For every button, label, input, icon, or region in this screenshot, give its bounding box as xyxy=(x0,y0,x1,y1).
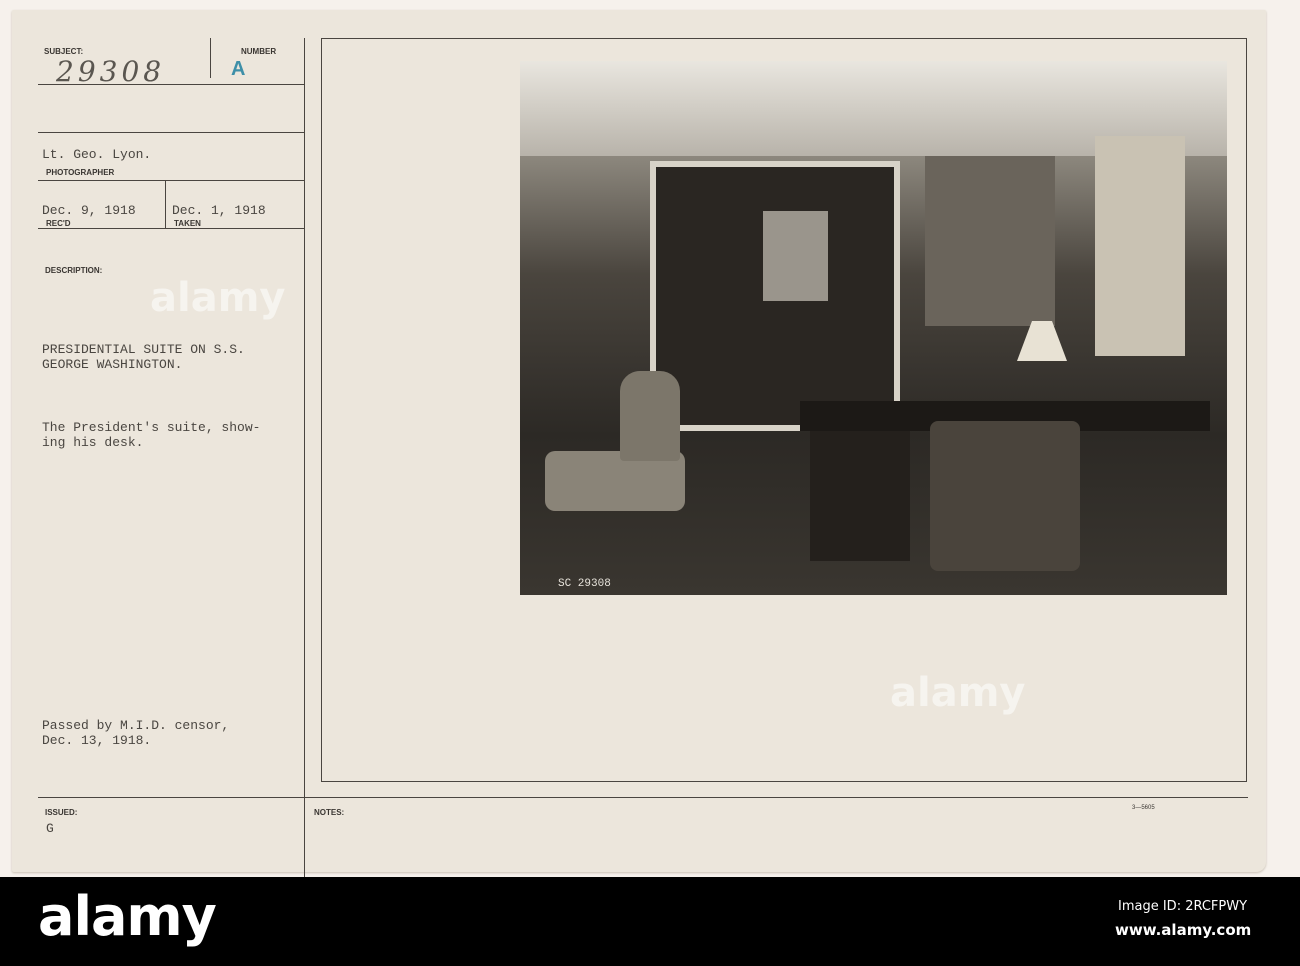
image-id: Image ID: 2RCFPWY xyxy=(1118,899,1248,914)
taken-label: TAKEN xyxy=(174,219,201,228)
alamy-logo: alamy xyxy=(38,885,217,948)
watermark: alamy xyxy=(150,275,286,321)
photograph-presidential-suite: SC 29308 xyxy=(520,61,1227,595)
watermark: alamy xyxy=(890,670,1026,716)
description-label: DESCRIPTION: xyxy=(45,266,103,275)
form-number: 3—5605 xyxy=(1132,805,1155,811)
number-value: A xyxy=(231,58,246,80)
issued-value: G xyxy=(46,821,54,836)
alamy-url[interactable]: www.alamy.com xyxy=(1115,921,1251,939)
taken-date: Dec. 1, 1918 xyxy=(172,203,266,218)
received-label: REC'D xyxy=(46,219,71,228)
footer-bar: alamy Image ID: 2RCFPWY www.alamy.com xyxy=(0,877,1300,966)
issued-label: ISSUED: xyxy=(45,808,78,817)
number-label: NUMBER xyxy=(241,47,277,56)
description-title: PRESIDENTIAL SUITE ON S.S. GEORGE WASHIN… xyxy=(42,342,245,372)
notes-label: NOTES: xyxy=(314,808,345,817)
description-text: The President's suite, show- ing his des… xyxy=(42,420,261,450)
photo-caption: SC 29308 xyxy=(558,578,611,590)
received-date: Dec. 9, 1918 xyxy=(42,203,136,218)
censor-note: Passed by M.I.D. censor, Dec. 13, 1918. xyxy=(42,718,230,748)
photographer-name: Lt. Geo. Lyon. xyxy=(42,147,152,162)
photographer-label: PHOTOGRAPHER xyxy=(46,168,115,177)
